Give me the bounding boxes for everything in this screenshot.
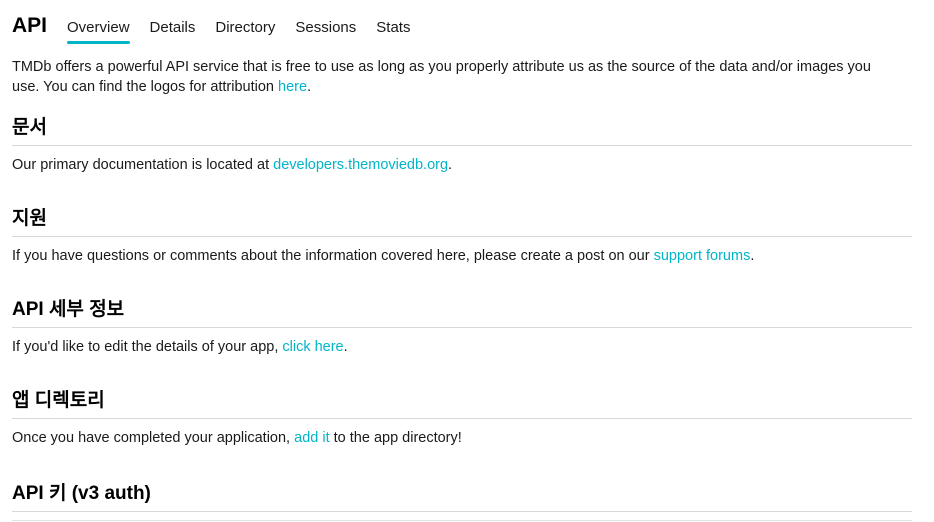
app-directory-text: Once you have completed your application… bbox=[12, 428, 912, 448]
documentation-text: Our primary documentation is located at … bbox=[12, 155, 912, 175]
developers-docs-link[interactable]: developers.themoviedb.org bbox=[273, 157, 448, 173]
documentation-text-before: Our primary documentation is located at bbox=[12, 157, 274, 173]
tab-stats[interactable]: Stats bbox=[376, 18, 410, 44]
intro-paragraph: TMDb offers a powerful API service that … bbox=[12, 57, 902, 97]
section-heading-app-directory: 앱 디렉토리 bbox=[12, 388, 912, 419]
page-title: API bbox=[12, 14, 48, 37]
support-forums-link[interactable]: support forums bbox=[654, 248, 751, 264]
tab-details[interactable]: Details bbox=[150, 18, 196, 44]
intro-text: TMDb offers a powerful API service that … bbox=[12, 59, 871, 95]
tab-directory[interactable]: Directory bbox=[215, 18, 275, 44]
app-directory-text-before: Once you have completed your application… bbox=[12, 430, 295, 446]
section-documentation: 문서 Our primary documentation is located … bbox=[12, 115, 912, 175]
section-heading-support: 지원 bbox=[12, 206, 912, 237]
support-text-after: . bbox=[750, 248, 755, 264]
tab-bar: Overview Details Directory Sessions Stat… bbox=[67, 13, 430, 44]
intro-end: . bbox=[307, 79, 312, 95]
section-api-details: API 세부 정보 If you'd like to edit the deta… bbox=[12, 297, 912, 357]
divider bbox=[12, 520, 912, 521]
app-directory-text-after: to the app directory! bbox=[329, 430, 462, 446]
support-text-before: If you have questions or comments about … bbox=[12, 248, 654, 264]
attribution-logos-link[interactable]: here bbox=[278, 79, 307, 95]
documentation-text-after: . bbox=[448, 157, 453, 173]
section-heading-documentation: 문서 bbox=[12, 115, 912, 146]
api-details-text-before: If you'd like to edit the details of you… bbox=[12, 339, 283, 355]
api-settings-page: API Overview Details Directory Sessions … bbox=[0, 0, 934, 522]
section-api-key: API 키 (v3 auth) bbox=[12, 481, 912, 512]
section-heading-api-details: API 세부 정보 bbox=[12, 297, 912, 328]
edit-app-details-link[interactable]: click here bbox=[282, 339, 343, 355]
section-support: 지원 If you have questions or comments abo… bbox=[12, 206, 912, 266]
header: API Overview Details Directory Sessions … bbox=[12, 13, 430, 47]
api-details-text-after: . bbox=[343, 339, 348, 355]
api-details-text: If you'd like to edit the details of you… bbox=[12, 337, 912, 357]
tab-overview[interactable]: Overview bbox=[67, 18, 130, 44]
add-to-directory-link[interactable]: add it bbox=[294, 430, 329, 446]
tab-sessions[interactable]: Sessions bbox=[295, 18, 356, 44]
section-heading-api-key: API 키 (v3 auth) bbox=[12, 481, 912, 512]
section-app-directory: 앱 디렉토리 Once you have completed your appl… bbox=[12, 388, 912, 448]
support-text: If you have questions or comments about … bbox=[12, 246, 912, 266]
